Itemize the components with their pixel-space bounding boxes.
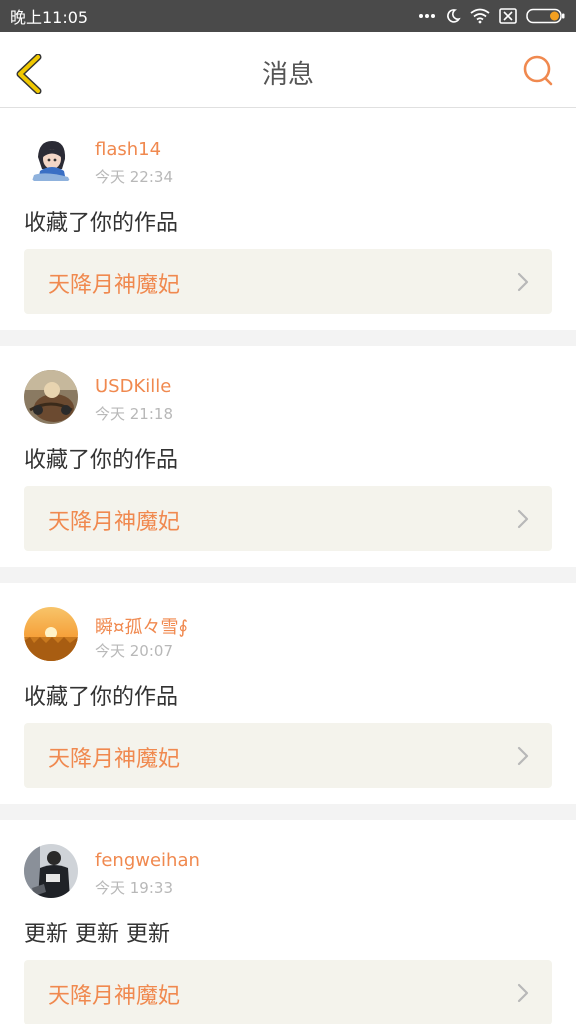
chevron-right-icon bbox=[517, 983, 529, 1003]
avatar[interactable] bbox=[24, 370, 78, 424]
status-icons bbox=[418, 8, 566, 24]
work-link[interactable]: 天降月神魔妃 bbox=[24, 960, 552, 1024]
page-title: 消息 bbox=[261, 60, 314, 90]
action-text: 更新 更新 更新 bbox=[24, 922, 170, 947]
work-title: 天降月神魔妃 bbox=[48, 273, 181, 298]
work-title: 天降月神魔妃 bbox=[48, 510, 181, 535]
work-link[interactable]: 天降月神魔妃 bbox=[24, 486, 552, 551]
message-card: fengweihan 今天 19:33 更新 更新 更新 天降月神魔妃 bbox=[0, 820, 576, 1024]
avatar[interactable] bbox=[24, 844, 78, 898]
post-time: 今天 19:33 bbox=[95, 879, 173, 897]
action-text: 收藏了你的作品 bbox=[24, 685, 179, 710]
divider bbox=[0, 567, 576, 583]
status-bar: 晚上11:05 bbox=[0, 0, 576, 32]
header: 消息 bbox=[0, 32, 576, 108]
divider bbox=[0, 804, 576, 820]
user-name[interactable]: USDKille bbox=[95, 376, 171, 397]
work-link[interactable]: 天降月神魔妃 bbox=[24, 249, 552, 314]
message-feed: flash14 今天 22:34 收藏了你的作品 天降月神魔妃 USDKille… bbox=[0, 109, 576, 1024]
user-name[interactable]: 瞬¤孤々雪∮ bbox=[95, 613, 188, 639]
search-icon bbox=[523, 55, 553, 86]
more-dots-icon bbox=[418, 13, 436, 19]
post-time: 今天 20:07 bbox=[95, 642, 173, 660]
chevron-right-icon bbox=[517, 272, 529, 292]
user-name[interactable]: fengweihan bbox=[95, 850, 200, 871]
work-title: 天降月神魔妃 bbox=[48, 747, 181, 772]
chevron-right-icon bbox=[517, 746, 529, 766]
sim-off-icon bbox=[499, 8, 517, 24]
avatar[interactable] bbox=[24, 607, 78, 661]
search-button[interactable] bbox=[522, 54, 556, 88]
chevron-right-icon bbox=[517, 509, 529, 529]
battery-icon bbox=[526, 8, 566, 24]
work-title: 天降月神魔妃 bbox=[48, 984, 181, 1009]
status-time: 晚上11:05 bbox=[10, 8, 89, 27]
message-card: 瞬¤孤々雪∮ 今天 20:07 收藏了你的作品 天降月神魔妃 bbox=[0, 583, 576, 804]
divider bbox=[0, 330, 576, 346]
message-card: USDKille 今天 21:18 收藏了你的作品 天降月神魔妃 bbox=[0, 346, 576, 567]
action-text: 收藏了你的作品 bbox=[24, 211, 179, 236]
wifi-icon bbox=[470, 8, 490, 24]
action-text: 收藏了你的作品 bbox=[24, 448, 179, 473]
user-name[interactable]: flash14 bbox=[95, 139, 161, 160]
message-card: flash14 今天 22:34 收藏了你的作品 天降月神魔妃 bbox=[0, 109, 576, 330]
moon-icon bbox=[445, 8, 461, 24]
work-link[interactable]: 天降月神魔妃 bbox=[24, 723, 552, 788]
post-time: 今天 22:34 bbox=[95, 168, 173, 186]
avatar[interactable] bbox=[24, 133, 78, 187]
post-time: 今天 21:18 bbox=[95, 405, 173, 423]
